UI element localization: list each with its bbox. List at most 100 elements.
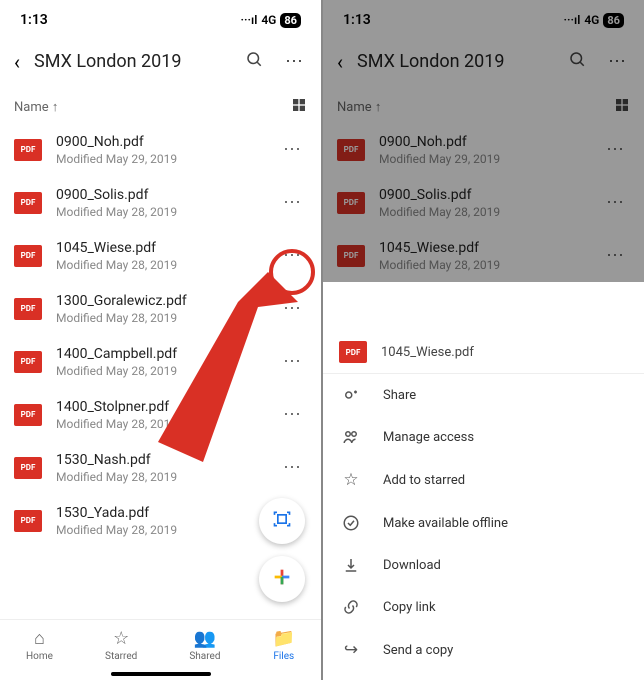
tab-label: Shared bbox=[189, 651, 220, 662]
sort-label[interactable]: Name ↑ bbox=[337, 99, 381, 115]
tab-starred[interactable]: ☆ Starred bbox=[105, 628, 137, 662]
sheet-item-label: Add to starred bbox=[383, 473, 465, 488]
file-meta: 1045_Wiese.pdf Modified May 28, 2019 bbox=[56, 240, 263, 272]
file-meta: 0900_Noh.pdf Modified May 29, 2019 bbox=[56, 134, 263, 166]
sheet-item-download[interactable]: Download bbox=[323, 544, 644, 586]
status-time: 1:13 bbox=[20, 12, 48, 28]
status-bar: 1:13 ···ıl 4G 86 bbox=[323, 0, 644, 36]
sheet-file-name: 1045_Wiese.pdf bbox=[381, 345, 474, 360]
download-icon bbox=[341, 556, 361, 574]
file-modified: Modified May 28, 2019 bbox=[56, 258, 263, 272]
tab-files[interactable]: 📁 Files bbox=[273, 628, 295, 662]
tab-home[interactable]: ⌂ Home bbox=[26, 628, 53, 662]
tab-shared[interactable]: 👥 Shared bbox=[189, 628, 220, 662]
link-icon bbox=[341, 598, 361, 616]
send-icon: ↪ bbox=[341, 640, 361, 660]
sheet-item-label: Download bbox=[383, 558, 441, 573]
sheet-item-share[interactable]: Share bbox=[323, 374, 644, 416]
network-label: 4G bbox=[584, 13, 599, 27]
more-icon[interactable]: ⋯ bbox=[281, 47, 307, 76]
file-modified: Modified May 28, 2019 bbox=[56, 205, 263, 219]
file-name: 1045_Wiese.pdf bbox=[379, 240, 586, 256]
file-more-icon[interactable]: ⋯ bbox=[600, 133, 630, 166]
sheet-item-star[interactable]: ☆ Add to starred bbox=[323, 458, 644, 502]
file-name: 0900_Solis.pdf bbox=[56, 187, 263, 203]
network-label: 4G bbox=[261, 13, 276, 27]
file-modified: Modified May 28, 2019 bbox=[56, 523, 263, 537]
file-modified: Modified May 28, 2019 bbox=[379, 205, 586, 219]
file-more-icon[interactable]: ⋯ bbox=[277, 133, 307, 166]
file-item[interactable]: PDF 0900_Solis.pdf Modified May 28, 2019… bbox=[10, 176, 311, 229]
file-item[interactable]: PDF 1045_Wiese.pdf Modified May 28, 2019… bbox=[333, 229, 634, 282]
status-time: 1:13 bbox=[343, 12, 371, 28]
file-name: 0900_Noh.pdf bbox=[379, 134, 586, 150]
file-modified: Modified May 29, 2019 bbox=[379, 152, 586, 166]
sheet-item-manage[interactable]: Manage access bbox=[323, 416, 644, 458]
plus-icon bbox=[271, 566, 293, 592]
pdf-icon: PDF bbox=[14, 298, 42, 320]
grid-view-icon[interactable] bbox=[614, 97, 630, 117]
signal-icon: ···ıl bbox=[563, 13, 580, 27]
sheet-item-label: Manage access bbox=[383, 430, 474, 445]
file-list-right: PDF 0900_Noh.pdf Modified May 29, 2019 ⋯… bbox=[323, 123, 644, 282]
pdf-icon: PDF bbox=[14, 192, 42, 214]
file-item[interactable]: PDF 0900_Noh.pdf Modified May 29, 2019 ⋯ bbox=[333, 123, 634, 176]
pdf-icon: PDF bbox=[337, 192, 365, 214]
file-modified: Modified May 28, 2019 bbox=[379, 258, 586, 272]
back-button[interactable]: ‹ bbox=[337, 50, 343, 74]
file-more-icon[interactable]: ⋯ bbox=[600, 239, 630, 272]
scan-fab[interactable] bbox=[259, 498, 305, 544]
star-icon: ☆ bbox=[341, 470, 361, 490]
sheet-item-link[interactable]: Copy link bbox=[323, 586, 644, 628]
phone-left: 1:13 ···ıl 4G 86 ‹ SMX London 2019 ⋯ Nam… bbox=[0, 0, 321, 680]
search-icon[interactable] bbox=[241, 46, 267, 77]
pdf-icon: PDF bbox=[14, 351, 42, 373]
file-modified: Modified May 29, 2019 bbox=[56, 152, 263, 166]
sheet-item-send[interactable]: ↪ Send a copy bbox=[323, 628, 644, 672]
tab-label: Files bbox=[273, 651, 294, 662]
home-indicator bbox=[111, 672, 211, 676]
pdf-icon: PDF bbox=[14, 139, 42, 161]
home-icon: ⌂ bbox=[34, 628, 45, 649]
sort-row: Name ↑ bbox=[323, 87, 644, 123]
share-icon bbox=[341, 386, 361, 404]
pdf-icon: PDF bbox=[14, 404, 42, 426]
status-right: ···ıl 4G 86 bbox=[240, 13, 301, 28]
sheet-item-offline[interactable]: Make available offline bbox=[323, 502, 644, 544]
files-icon: 📁 bbox=[273, 628, 295, 649]
file-name: 0900_Noh.pdf bbox=[56, 134, 263, 150]
page-title: SMX London 2019 bbox=[34, 51, 227, 72]
file-modified: Modified May 28, 2019 bbox=[56, 470, 263, 484]
status-bar: 1:13 ···ıl 4G 86 bbox=[0, 0, 321, 36]
sheet-item-label: Copy link bbox=[383, 600, 436, 615]
file-name: 1045_Wiese.pdf bbox=[56, 240, 263, 256]
more-icon[interactable]: ⋯ bbox=[604, 47, 630, 76]
sort-label[interactable]: Name ↑ bbox=[14, 99, 58, 115]
tab-label: Home bbox=[26, 651, 53, 662]
tab-label: Starred bbox=[105, 651, 137, 662]
sheet-items: Share Manage access ☆ Add to starred Mak… bbox=[323, 374, 644, 672]
offline-icon bbox=[341, 514, 361, 532]
grid-view-icon[interactable] bbox=[291, 97, 307, 117]
file-item[interactable]: PDF 0900_Solis.pdf Modified May 28, 2019… bbox=[333, 176, 634, 229]
search-icon[interactable] bbox=[564, 46, 590, 77]
add-fab[interactable] bbox=[259, 556, 305, 602]
arrow-annotation-left bbox=[158, 272, 298, 462]
file-more-icon[interactable]: ⋯ bbox=[277, 186, 307, 219]
bottom-sheet: PDF 1045_Wiese.pdf Share Manage access ☆… bbox=[323, 327, 644, 680]
starred-icon: ☆ bbox=[113, 628, 129, 649]
phone-right: 1:13 ···ıl 4G 86 ‹ SMX London 2019 ⋯ Nam… bbox=[323, 0, 644, 680]
file-meta: 0900_Solis.pdf Modified May 28, 2019 bbox=[56, 187, 263, 219]
pdf-icon: PDF bbox=[337, 245, 365, 267]
back-button[interactable]: ‹ bbox=[14, 50, 20, 74]
file-item[interactable]: PDF 0900_Noh.pdf Modified May 29, 2019 ⋯ bbox=[10, 123, 311, 176]
pdf-icon: PDF bbox=[14, 245, 42, 267]
file-name: 1530_Yada.pdf bbox=[56, 505, 263, 521]
tab-bar: ⌂ Home ☆ Starred 👥 Shared 📁 Files bbox=[0, 619, 321, 666]
fab-stack bbox=[259, 498, 305, 602]
battery-level: 86 bbox=[603, 13, 624, 28]
shared-icon: 👥 bbox=[194, 628, 216, 649]
file-more-icon[interactable]: ⋯ bbox=[600, 186, 630, 219]
file-meta: 0900_Solis.pdf Modified May 28, 2019 bbox=[379, 187, 586, 219]
scan-icon bbox=[272, 509, 292, 534]
